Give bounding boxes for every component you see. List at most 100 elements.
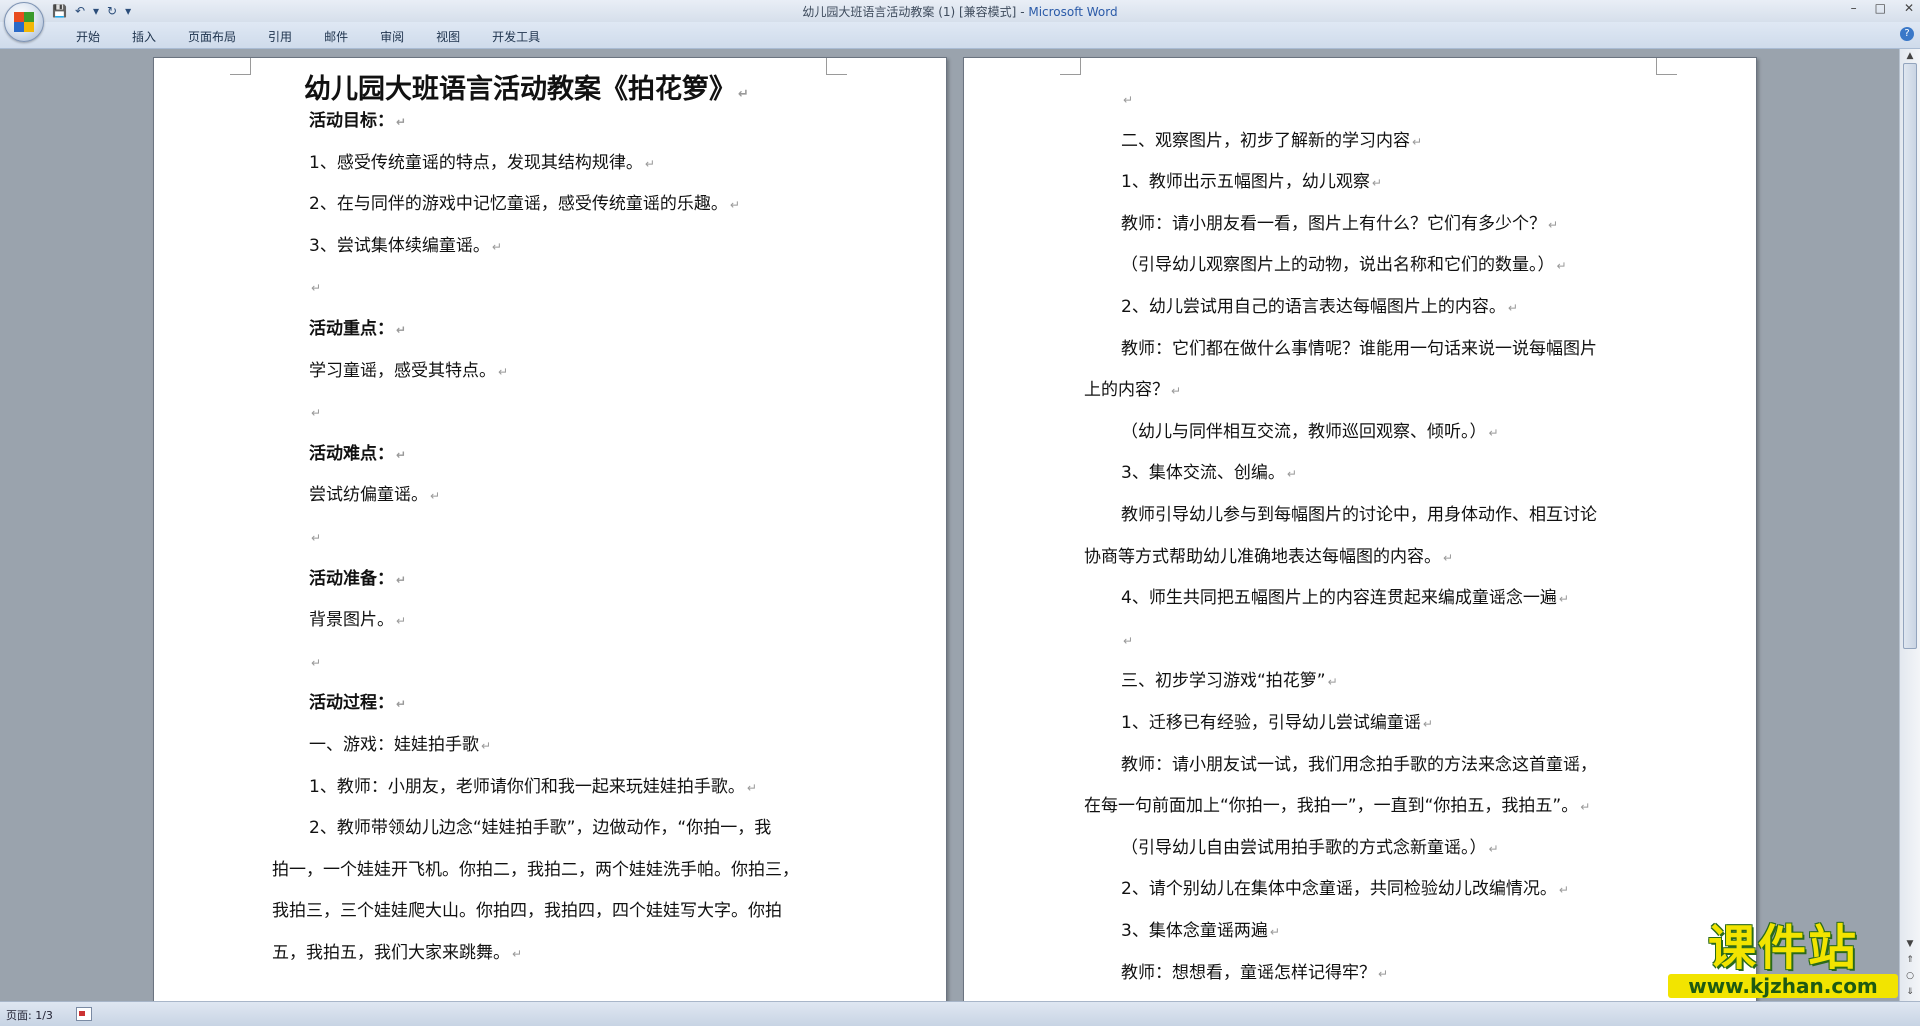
paragraph-mark: ↵ [1123,633,1134,648]
paragraph-mark: ↵ [1123,93,1134,107]
title-bar: 💾 ↶ ▾ ↻ ▾ 幼儿园大班语言活动教案 (1) [兼容模式] - Micro… [0,0,1920,23]
paragraph-line: 背景图片。 ↵ [309,610,407,631]
paragraph-mark: ↵ [1378,966,1389,981]
paragraph-mark: ↵ [1558,592,1569,607]
paragraph-mark: ↵ [644,156,655,171]
paragraph-line: 4、师生共同把五幅图片上的内容连贯起来编成童谣念一遍 ↵ [1121,588,1569,609]
vertical-scrollbar[interactable]: ▲ ▼ ⇑ ○ ⇓ [1899,49,1920,1001]
status-bar: 页面: 1/3 [0,1001,1920,1026]
title-separator: - [1016,5,1029,19]
page-count-status[interactable]: 页面: 1/3 [6,1007,53,1023]
watermark-url: www.kjzhan.com [1668,974,1898,998]
window-title: 幼儿园大班语言活动教案 (1) [兼容模式] - Microsoft Word [0,3,1920,20]
select-browse-object-icon[interactable]: ○ [1903,969,1917,983]
paragraph-mark: ↵ [1422,717,1433,731]
section-heading: 活动准备： ↵ [309,568,407,589]
ribbon-tab[interactable]: 视图 [420,28,476,45]
paragraph-mark: ↵ [396,697,407,712]
paragraph-mark: ↵ [746,780,757,795]
scroll-down-icon[interactable]: ▼ [1903,937,1917,951]
ribbon-tab[interactable]: 邮件 [308,28,364,45]
paragraph-line: 协商等方式帮助幼儿准确地表达每幅图的内容。 ↵ [1084,546,1454,567]
paragraph-line: 教师：想想看，童谣怎样记得牢？ ↵ [1121,962,1389,983]
tab-list: 开始 插入 页面布局 引用 邮件 审阅 视图 开发工具 [60,28,556,45]
ribbon-tab[interactable]: 审阅 [364,28,420,45]
page-left[interactable]: 幼儿园大班语言活动教案《拍花箩》 ↵ 活动目标： ↵ 1、感受传统童谣的特点，发现其结… [153,57,947,1001]
section-heading: 活动重点： ↵ [309,319,407,339]
paragraph-mark: ↵ [396,572,407,587]
paragraph-mark: ↵ [512,947,523,961]
scroll-thumb[interactable] [1903,63,1917,649]
document-title: 幼儿园大班语言活动教案《拍花箩》 ↵ [304,74,749,105]
paragraph-mark: ↵ [1286,467,1297,482]
crop-mark [230,58,251,75]
paragraph-mark: ↵ [729,198,740,213]
paragraph-line: 1、教师：小朋友，老师请你们和我一起来玩娃娃拍手歌。 ↵ [309,776,757,797]
ribbon-tab[interactable]: 开发工具 [476,28,556,45]
crop-mark [1060,58,1081,75]
paragraph-line: 尝试纺偏童谣。 ↵ [309,485,441,506]
paragraph-mark: ↵ [1443,550,1454,565]
paragraph-mark: ↵ [311,655,322,670]
paragraph-line: 二、观察图片，初步了解新的学习内容 ↵ [1121,130,1423,151]
section-heading: 活动难点： ↵ [309,443,407,464]
paragraph-mark: ↵ [491,239,502,254]
paragraph-mark: ↵ [1371,176,1382,191]
window-controls: – □ ✕ [1851,1,1914,15]
office-button[interactable] [4,2,44,42]
app-name: Microsoft Word [1028,5,1118,19]
paragraph-line: 1、感受传统童谣的特点，发现其结构规律。 ↵ [309,152,655,173]
paragraph-line: 2、请个别幼儿在集体中念童谣，共同检验幼儿改编情况。 ↵ [1121,879,1569,900]
section-heading: 活动目标： ↵ [309,111,407,131]
ribbon-tab[interactable]: 引用 [252,28,308,45]
paragraph-line: （引导幼儿自由尝试用拍手歌的方式念新童谣。） ↵ [1121,837,1499,858]
paragraph-line: ↵ [1121,630,1133,651]
paragraph-line: 在每一句前面加上“你拍一，我拍一”，一直到“你拍五，我拍五”。 ↵ [1084,796,1591,817]
paragraph-line: 三、初步学习游戏“拍花箩” ↵ [1121,671,1338,692]
close-button[interactable]: ✕ [1904,1,1914,15]
office-logo-icon [14,12,34,32]
ribbon-tabs: 开始 插入 页面布局 引用 邮件 审阅 视图 开发工具 ? [0,22,1920,49]
paragraph-mark: ↵ [1412,134,1423,149]
paragraph-mark: ↵ [1269,925,1280,939]
paragraph-mark: ↵ [311,281,322,296]
paragraph-mark: ↵ [311,531,322,545]
help-icon[interactable]: ? [1900,27,1914,41]
ribbon-tab[interactable]: 插入 [116,28,172,45]
page-right[interactable]: ↵ 二、观察图片，初步了解新的学习内容 ↵ 1、教师出示五幅图片，幼儿观察 ↵ 教师：请小… [963,57,1757,1001]
paragraph-line: 1、教师出示五幅图片，幼儿观察 ↵ [1121,172,1382,193]
paragraph-mark: ↵ [311,406,322,421]
paragraph-mark: ↵ [396,115,407,129]
paragraph-line: 学习童谣，感受其特点。 ↵ [309,360,509,381]
paragraph-line: ↵ [1121,89,1133,110]
minimize-button[interactable]: – [1851,1,1857,15]
paragraph-line: 上的内容？ ↵ [1084,380,1182,401]
crop-mark [826,58,847,75]
paragraph-line: 我拍三，三个娃娃爬大山。你拍四，我拍四，四个娃娃写大字。你拍 [272,901,782,922]
prev-page-icon[interactable]: ⇑ [1903,953,1917,967]
maximize-button[interactable]: □ [1875,1,1886,15]
paragraph-line: ↵ [309,277,321,298]
paragraph-mark: ↵ [498,364,509,379]
paragraph-mark: ↵ [396,614,407,629]
paragraph-mark: ↵ [430,489,441,504]
ribbon-tab[interactable]: 页面布局 [172,28,252,45]
scroll-up-icon[interactable]: ▲ [1903,49,1917,63]
paragraph-line: 教师引导幼儿参与到每幅图片的讨论中，用身体动作、相互讨论 [1121,505,1597,525]
paragraph-mark: ↵ [1558,883,1569,898]
paragraph-line: 一、游戏：娃娃拍手歌 ↵ [309,735,492,755]
proofing-icon[interactable] [76,1007,92,1021]
ribbon-tab[interactable]: 开始 [60,28,116,45]
section-heading: 活动过程： ↵ [309,693,407,714]
paragraph-line: ↵ [309,402,321,423]
paragraph-line: （幼儿与同伴相互交流，教师巡回观察、倾听。） ↵ [1121,421,1499,442]
paragraph-mark: ↵ [396,447,407,462]
paragraph-line: 五，我拍五，我们大家来跳舞。 ↵ [272,943,523,963]
paragraph-mark: ↵ [1556,259,1567,274]
paragraph-mark: ↵ [1327,675,1338,690]
paragraph-line: 1、迁移已有经验，引导幼儿尝试编童谣 ↵ [1121,713,1433,733]
document-name: 幼儿园大班语言活动教案 (1) [兼容模式] [802,5,1017,19]
next-page-icon[interactable]: ⇓ [1903,985,1917,999]
paragraph-mark: ↵ [1580,800,1591,815]
document-area[interactable]: 幼儿园大班语言活动教案《拍花箩》 ↵ 活动目标： ↵ 1、感受传统童谣的特点，发现其结… [0,49,1900,1001]
